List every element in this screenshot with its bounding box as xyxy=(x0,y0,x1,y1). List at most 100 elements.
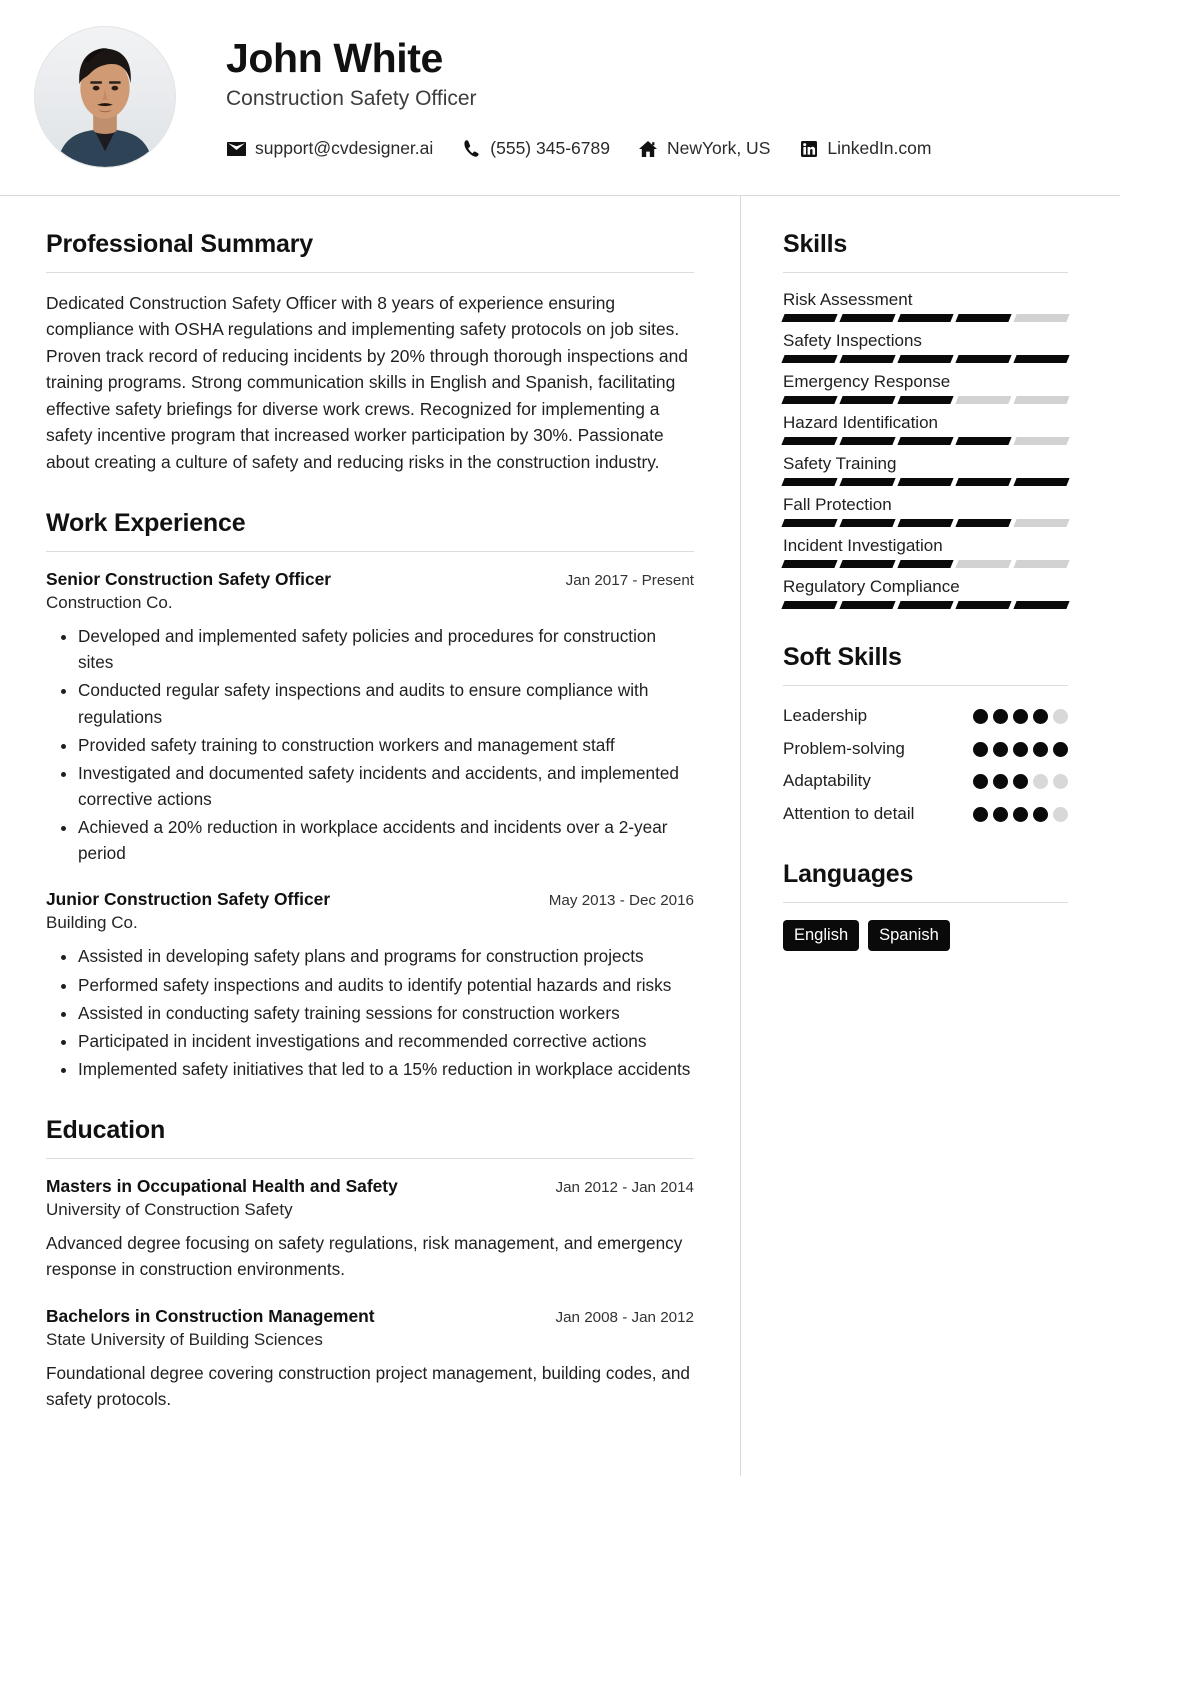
skill-segment xyxy=(897,478,954,486)
sidebar-column: Skills Risk Assessment Safety Inspections… xyxy=(741,196,1120,1476)
language-chip: English xyxy=(783,920,860,952)
skill-level-bar xyxy=(781,560,1070,568)
education-description: Advanced degree focusing on safety regul… xyxy=(46,1233,683,1279)
skill-level-bar xyxy=(781,478,1070,486)
skill-segment xyxy=(897,519,954,527)
contact-linkedin[interactable]: LinkedIn.com xyxy=(798,138,931,159)
section-rule xyxy=(783,272,1068,273)
contact-location[interactable]: NewYork, US xyxy=(638,138,770,159)
skill-segment xyxy=(1013,314,1070,322)
envelope-icon xyxy=(226,140,247,158)
list-item: Assisted in developing safety plans and … xyxy=(78,943,694,969)
experience-date: May 2013 - Dec 2016 xyxy=(548,892,694,910)
section-soft-skills: Soft Skills Leadership Problem-solving Ada… xyxy=(783,643,1068,826)
contact-email[interactable]: support@cvdesigner.ai xyxy=(226,138,433,159)
rating-dot xyxy=(1033,741,1048,757)
rating-dot xyxy=(1033,774,1048,789)
skill-segment xyxy=(1013,478,1070,486)
skill-segment xyxy=(839,314,896,322)
skill-segment xyxy=(897,314,954,322)
section-title-summary: Professional Summary xyxy=(46,230,313,258)
soft-skill-row: Leadership xyxy=(783,703,1068,729)
experience-company: Construction Co. xyxy=(46,593,173,613)
contact-phone[interactable]: (555) 345-6789 xyxy=(461,138,610,159)
section-professional-summary: Professional Summary Dedicated Construct… xyxy=(46,230,694,475)
rating-dot xyxy=(1053,806,1068,822)
skill-level-bar xyxy=(781,396,1070,404)
contact-list: support@cvdesigner.ai (555) 345-6789 New… xyxy=(226,138,1086,159)
list-item: Participated in incident investigations … xyxy=(78,1028,694,1054)
experience-entry: Senior Construction Safety Officer Jan 2… xyxy=(46,569,694,866)
rating-dot xyxy=(1033,709,1048,724)
resume-header: John White Construction Safety Officer s… xyxy=(0,0,1120,196)
skill-level-bar xyxy=(781,437,1070,445)
section-rule xyxy=(46,1158,694,1160)
rating-dot xyxy=(993,709,1008,724)
skill-label: Regulatory Compliance xyxy=(783,577,960,596)
soft-skill-rating xyxy=(973,703,1068,724)
rating-dot xyxy=(973,709,988,724)
skill-segment xyxy=(955,437,1012,445)
rating-dot xyxy=(1053,774,1068,789)
profile-photo-icon xyxy=(35,27,175,167)
skill-segment xyxy=(839,355,896,363)
list-item: Performed safety inspections and audits … xyxy=(78,972,694,998)
list-item: Conducted regular safety inspections and… xyxy=(78,677,694,729)
education-entry-head: Bachelors in Construction Management Jan… xyxy=(46,1306,694,1327)
skill-row: Emergency Response xyxy=(781,372,1070,404)
soft-skill-row: Problem-solving xyxy=(783,736,1068,762)
phone-icon xyxy=(461,140,482,158)
avatar xyxy=(34,26,176,168)
section-languages: Languages English Spanish xyxy=(783,860,1068,952)
skill-label: Risk Assessment xyxy=(783,290,913,309)
skill-segment xyxy=(839,478,896,486)
skill-segment xyxy=(1013,601,1070,609)
section-education: Education Masters in Occupational Health… xyxy=(46,1116,694,1412)
education-degree: Masters in Occupational Health and Safet… xyxy=(46,1176,398,1197)
skill-segment xyxy=(781,519,838,527)
rating-dot xyxy=(973,741,988,757)
soft-skill-label: Attention to detail xyxy=(783,803,915,823)
resume-page: John White Construction Safety Officer s… xyxy=(0,0,1120,1580)
section-rule xyxy=(46,551,694,553)
main-column: Professional Summary Dedicated Construct… xyxy=(0,196,740,1476)
skill-level-bar xyxy=(781,355,1070,363)
soft-skill-rating xyxy=(973,768,1068,789)
skill-row: Hazard Identification xyxy=(781,413,1070,445)
contact-linkedin-text: LinkedIn.com xyxy=(827,138,932,159)
rating-dot xyxy=(1013,774,1028,789)
skill-segment xyxy=(781,478,838,486)
soft-skill-rating xyxy=(973,736,1068,757)
education-entry: Masters in Occupational Health and Safet… xyxy=(46,1176,694,1283)
contact-phone-text: (555) 345-6789 xyxy=(490,138,610,159)
skill-label: Incident Investigation xyxy=(783,536,943,555)
section-skills: Skills Risk Assessment Safety Inspections… xyxy=(781,230,1070,609)
skill-label: Hazard Identification xyxy=(783,413,938,432)
contact-email-text: support@cvdesigner.ai xyxy=(255,138,434,159)
rating-dot xyxy=(1033,806,1048,822)
skill-level-bar xyxy=(781,519,1070,527)
section-rule xyxy=(783,685,1068,686)
section-rule xyxy=(46,272,694,273)
skill-row: Safety Inspections xyxy=(781,331,1070,363)
rating-dot xyxy=(1013,806,1028,822)
skill-segment xyxy=(839,560,896,568)
experience-date: Jan 2017 - Present xyxy=(565,572,694,590)
linkedin-icon xyxy=(798,140,819,158)
experience-entry-head: Senior Construction Safety Officer Jan 2… xyxy=(46,569,694,590)
skill-segment xyxy=(839,396,896,404)
skill-segment xyxy=(1013,355,1070,363)
rating-dot xyxy=(1013,709,1028,724)
skill-segment xyxy=(897,560,954,568)
list-item: Achieved a 20% reduction in workplace ac… xyxy=(78,814,694,866)
skill-segment xyxy=(839,437,896,445)
experience-entry: Junior Construction Safety Officer May 2… xyxy=(46,889,694,1082)
language-chip: Spanish xyxy=(868,920,950,952)
skill-label: Fall Protection xyxy=(783,495,892,514)
rating-dot xyxy=(993,741,1008,757)
skill-row: Risk Assessment xyxy=(781,290,1070,322)
soft-skill-label: Problem-solving xyxy=(783,738,905,758)
skill-segment xyxy=(897,601,954,609)
summary-text: Dedicated Construction Safety Officer wi… xyxy=(46,293,688,472)
soft-skill-label: Leadership xyxy=(783,706,868,725)
